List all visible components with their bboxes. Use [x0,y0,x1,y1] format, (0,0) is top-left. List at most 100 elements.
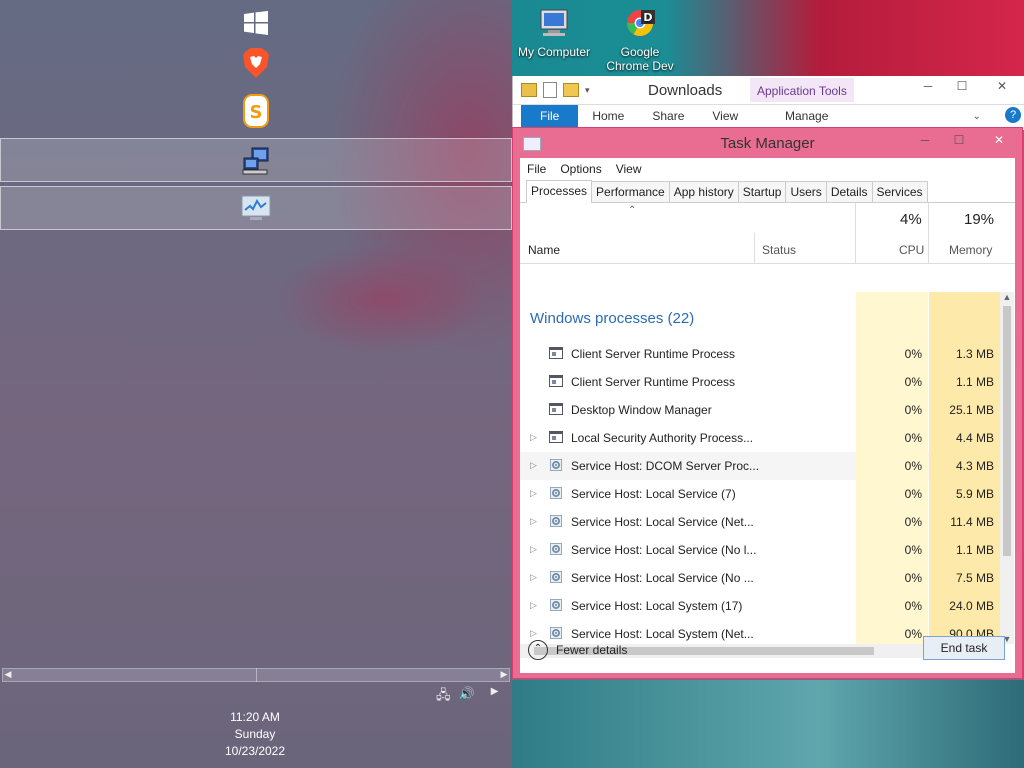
clock[interactable]: 11:20 AM Sunday 10/23/2022 [200,709,310,760]
vertical-scroll-thumb[interactable] [1003,306,1011,556]
table-row[interactable]: ▷ Service Host: DCOM Server Proc... 0% 4.3 … [520,452,1000,480]
clock-day: Sunday [234,727,276,741]
ribbon-tab-file[interactable]: File [521,105,579,127]
table-row[interactable]: ▷ Service Host: Local Service (No ... 0% 7.… [520,564,1000,592]
tab-details[interactable]: Details [825,181,873,202]
svg-text:D: D [643,11,652,24]
memory-cell [929,292,1000,300]
minimize-icon[interactable]: ─ [908,130,942,152]
cpu-cell: 0% [856,368,928,396]
process-list: Windows processes (22) Client Server Run… [520,292,1000,644]
desktop-icon-chrome-dev[interactable]: D Google Chrome Dev [598,8,682,73]
column-name[interactable]: Name [528,243,560,257]
process-name: Service Host: DCOM Server Proc... [571,459,760,473]
my-computer-icon [540,9,568,36]
menu-bar: File Options View [520,158,1015,180]
table-row[interactable]: ▷ Service Host: Local System (17) 0% 24.0 M… [520,592,1000,620]
explorer-titlebar[interactable]: ▾ Downloads Application Tools ─ ☐ ✕ [513,76,1024,104]
table-row[interactable]: ▷ Service Host: Local Service (No l... 0% 1… [520,536,1000,564]
properties-icon[interactable] [543,82,557,98]
column-cpu[interactable]: CPU [899,243,924,257]
close-icon[interactable]: ✕ [979,76,1024,98]
table-row[interactable]: ▷ Local Security Authority Process... 0% 4.… [520,424,1000,452]
ribbon-expand-icon[interactable]: ⌄ [959,111,995,122]
tab-startup[interactable]: Startup [737,181,787,202]
table-row[interactable]: Client Server Runtime Process 0% 1.1 MB [520,368,1000,396]
expand-chevron-icon[interactable]: ▷ [530,488,537,499]
close-icon[interactable]: ✕ [976,130,1022,152]
desktop-icon-label-line1: Google [620,45,660,59]
app-slot-task-manager[interactable] [0,186,512,230]
menu-options[interactable]: Options [553,162,608,176]
tab-users[interactable]: Users [785,181,827,202]
brave-browser-icon [243,48,269,78]
ribbon-tab-manage[interactable]: Manage [771,109,842,123]
ribbon-tab-view[interactable]: View [698,109,752,123]
task-manager-window[interactable]: Task Manager ─ ☐ ✕ File Options View Pro… [512,127,1023,679]
memory-cell: 5.9 MB [929,480,1000,508]
appbar-scroll-thumb[interactable] [256,668,257,682]
ribbon-tab-home[interactable]: Home [578,109,638,123]
fewer-details-label: Fewer details [556,643,628,657]
volume-icon[interactable]: 🔊 [459,686,475,708]
end-task-button[interactable]: End task [923,636,1005,660]
app-slot-brave[interactable] [0,40,512,86]
group-header-label: Windows processes (22) [530,310,695,327]
app-slot-network[interactable] [0,138,512,182]
scroll-left-arrow-icon[interactable]: ◀ [2,668,14,680]
network-computer-icon [242,147,269,175]
menu-file[interactable]: File [520,162,553,176]
explorer-window[interactable]: ▾ Downloads Application Tools ─ ☐ ✕ File… [512,76,1024,130]
tab-strip: Processes Performance App history Startu… [520,180,1015,203]
table-row[interactable]: ▷ Service Host: Local Service (7) 0% 5.9 MB [520,480,1000,508]
desktop-wallpaper-bottom [512,680,1024,768]
process-name: Client Server Runtime Process [571,347,736,361]
column-memory[interactable]: Memory [949,243,992,257]
help-icon[interactable]: ? [1005,107,1021,123]
expand-chevron-icon[interactable]: ▷ [530,572,537,583]
expand-chevron-icon[interactable]: ▷ [530,600,537,611]
process-name: Service Host: Local System (Net... [571,627,754,641]
explorer-title: Downloads [648,82,723,99]
tab-processes[interactable]: Processes [526,180,593,203]
minimize-icon[interactable]: ─ [911,76,945,98]
task-manager-titlebar[interactable]: Task Manager ─ ☐ ✕ [513,128,1022,158]
new-folder-icon[interactable] [563,83,579,97]
process-name: Client Server Runtime Process [571,375,736,389]
desktop-icon-my-computer[interactable]: My Computer [512,8,596,59]
app-slot-sublime[interactable]: S [0,88,512,134]
application-tools-tab[interactable]: Application Tools [750,78,854,102]
vertical-scrollbar[interactable]: ▲ ▼ [1000,292,1014,644]
tab-app-history[interactable]: App history [668,181,739,202]
fewer-details-button[interactable]: ⌃ Fewer details [528,640,627,660]
memory-cell [929,300,1000,340]
clock-time: 11:20 AM [230,710,280,724]
ribbon-tab-share[interactable]: Share [638,109,698,123]
menu-view[interactable]: View [609,162,649,176]
scroll-up-arrow-icon[interactable]: ▲ [1000,292,1014,302]
gear-icon [550,543,562,555]
expand-chevron-icon[interactable]: ▷ [530,432,537,443]
table-row[interactable]: Desktop Window Manager 0% 25.1 MB [520,396,1000,424]
table-row[interactable]: Client Server Runtime Process 0% 1.3 MB [520,340,1000,368]
table-row[interactable]: ▷ Service Host: Local Service (Net... 0% 11… [520,508,1000,536]
scroll-right-arrow-icon[interactable]: ▶ [498,668,510,680]
desktop-icon-label-line2: Chrome Dev [606,59,674,73]
tab-performance[interactable]: Performance [591,181,670,202]
app-window-icon [549,375,563,387]
appbar-scrollbar[interactable]: ◀ ▶ [0,666,512,682]
expand-chevron-icon[interactable]: ▷ [530,460,537,471]
expand-chevron-icon[interactable]: ▷ [530,516,537,527]
tab-services[interactable]: Services [871,181,928,202]
sublime-text-icon: S [243,94,269,128]
tray-expand-icon[interactable]: ▶ [491,686,499,708]
expand-chevron-icon[interactable]: ▷ [530,544,537,555]
cpu-cell: 0% [856,396,928,424]
maximize-icon[interactable]: ☐ [942,130,976,152]
qat-dropdown-icon[interactable]: ▾ [585,85,590,96]
maximize-icon[interactable]: ☐ [945,76,979,98]
folder-icon[interactable] [521,83,537,97]
network-icon[interactable]: 🖧 [436,686,451,708]
expand-chevron-icon[interactable]: ▷ [530,628,537,639]
column-status[interactable]: Status [762,243,796,257]
